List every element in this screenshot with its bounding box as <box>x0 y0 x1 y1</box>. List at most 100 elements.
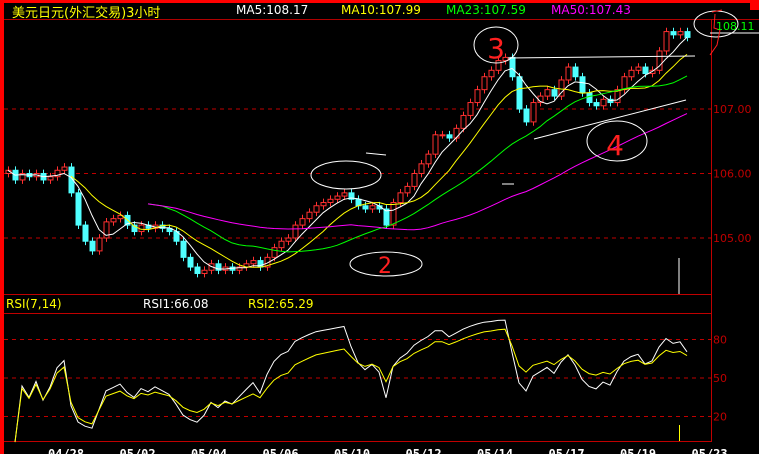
candle-up <box>271 247 278 258</box>
y-axis-labels: 105.00 106.00 107.00 20 50 80 <box>713 103 752 423</box>
rsi-line-rsi1 <box>14 319 688 443</box>
candle-up <box>96 237 103 252</box>
rsi-lines <box>14 319 688 443</box>
date-tick-label: 05/17 <box>549 447 585 454</box>
ma-line-ma5 <box>7 36 688 270</box>
candle-down <box>82 224 89 242</box>
candle-up <box>250 260 257 265</box>
annotation-dash <box>365 152 387 156</box>
candle-down <box>579 76 586 94</box>
candle-up <box>411 173 418 187</box>
candle-up <box>285 237 292 242</box>
annotation-ellipse-1 <box>310 160 382 190</box>
candle-up <box>544 89 551 97</box>
annotations <box>310 10 759 294</box>
candle-up <box>488 69 495 78</box>
chart-canvas: 105.00 106.00 107.00 20 50 80 04/28 05/02 05/04… <box>0 0 759 454</box>
price-tick-label: 107.00 <box>713 103 752 116</box>
date-tick-label: 05/02 <box>120 447 156 454</box>
candle-up <box>306 211 313 220</box>
ma-line-ma10 <box>70 54 688 268</box>
candle-up <box>397 192 404 204</box>
candle-down <box>446 134 453 139</box>
date-tick-label: 05/10 <box>334 447 370 454</box>
candle-down <box>509 56 516 78</box>
candle-up <box>474 89 481 104</box>
rsi-tick-label: 20 <box>713 410 727 423</box>
candle-up <box>663 31 670 52</box>
rsi2-value: RSI2:65.29 <box>248 297 314 311</box>
date-tick-label: 05/14 <box>477 447 513 454</box>
left-border <box>0 0 4 454</box>
candle-up <box>453 127 460 139</box>
candle-up <box>425 153 432 165</box>
chart-title: 美元日元(外汇交易)3小时 <box>12 6 161 21</box>
candle-up <box>299 218 306 226</box>
candle-down <box>187 256 194 268</box>
date-tick-label: 05/12 <box>406 447 442 454</box>
price-tick-label: 105.00 <box>713 232 752 245</box>
date-tick-label: 05/04 <box>191 447 227 454</box>
date-tick-label: 05/06 <box>263 447 299 454</box>
candle-up <box>635 66 642 71</box>
candle-down <box>383 208 390 226</box>
rsi-tick-label: 50 <box>713 372 727 385</box>
candle-down <box>670 31 677 36</box>
candle-up <box>292 224 299 239</box>
candle-up <box>47 176 54 181</box>
ma10-value: MA10:107.99 <box>341 3 421 17</box>
candle-up <box>621 76 628 91</box>
candle-down <box>551 89 558 97</box>
candle-up <box>418 163 425 174</box>
annotation-number-4: 4 <box>606 129 624 162</box>
x-axis-labels: 04/28 05/02 05/04 05/06 05/10 05/12 05/14 05/17… <box>48 447 728 454</box>
candle-up <box>61 166 68 171</box>
candle-down <box>523 108 530 123</box>
date-tick-label: 05/19 <box>620 447 656 454</box>
candle-up <box>677 31 684 36</box>
candles <box>5 27 691 278</box>
candle-down <box>593 102 600 107</box>
grid <box>4 108 711 417</box>
ma5-value: MA5:108.17 <box>236 3 309 17</box>
annotation-number-2: 2 <box>378 254 392 279</box>
candle-down <box>89 240 96 252</box>
annotation-number-3: 3 <box>487 32 505 65</box>
candle-up <box>334 195 341 200</box>
candle-down <box>586 92 593 104</box>
candle-up <box>439 134 446 137</box>
candle-down <box>572 66 579 78</box>
candle-up <box>110 218 117 223</box>
candle-up <box>369 205 376 210</box>
candle-up <box>628 69 635 78</box>
candle-up <box>432 134 439 155</box>
candle-up <box>460 114 467 129</box>
candle-up <box>481 76 488 91</box>
candle-up <box>320 202 327 207</box>
candle-up <box>278 240 285 249</box>
price-tick-label: 106.00 <box>713 168 752 181</box>
candle-up <box>313 205 320 213</box>
candle-up <box>201 269 208 274</box>
date-tick-label: 05/23 <box>692 447 728 454</box>
candle-down <box>180 240 187 258</box>
ma23-value: MA23:107.59 <box>446 3 526 17</box>
candle-up <box>404 185 411 194</box>
rsi1-value: RSI1:66.08 <box>143 297 209 311</box>
date-tick-label: 04/28 <box>48 447 84 454</box>
candle-down <box>516 76 523 110</box>
candle-up <box>390 202 397 226</box>
candle-down <box>194 266 201 274</box>
rsi-tick-label: 80 <box>713 334 727 347</box>
candle-down <box>642 66 649 75</box>
ma50-value: MA50:107.43 <box>551 3 631 17</box>
moving-averages <box>7 36 688 270</box>
candle-up <box>327 198 334 204</box>
rsi-title: RSI(7,14) <box>6 297 62 311</box>
candle-up <box>565 66 572 81</box>
current-price-label: 108.11 <box>716 20 755 33</box>
corner-marker[interactable] <box>750 0 759 10</box>
candle-up <box>467 102 474 116</box>
candle-down <box>75 192 82 226</box>
candle-up <box>341 192 348 197</box>
